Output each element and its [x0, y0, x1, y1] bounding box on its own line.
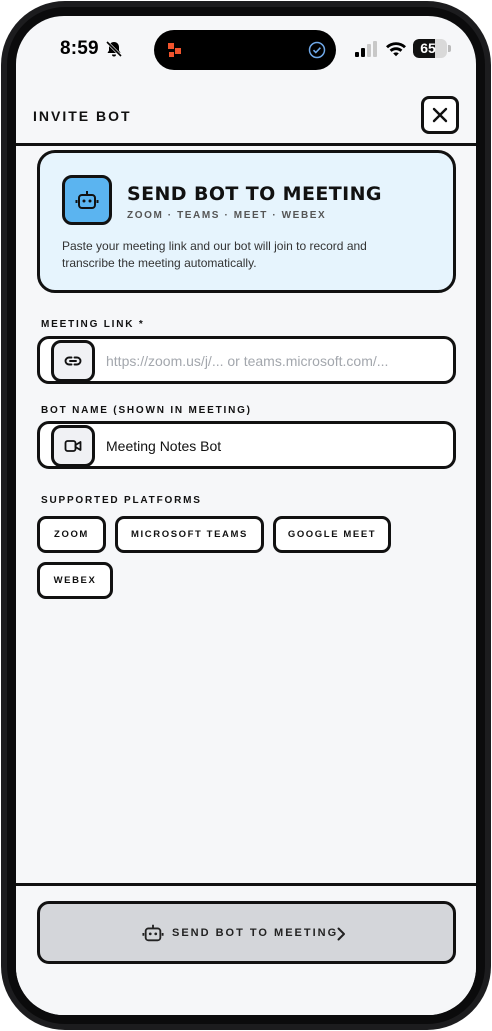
meeting-link-label: MEETING LINK * — [41, 319, 145, 330]
robot-icon — [142, 924, 164, 942]
hero-card: SEND BOT TO MEETING ZOOM · TEAMS · MEET … — [37, 150, 456, 293]
hero-icon-tile — [62, 175, 112, 225]
link-icon-tile — [51, 340, 95, 382]
send-bot-button-content: SEND BOT TO MEETING — [142, 922, 345, 944]
video-icon-tile — [51, 425, 95, 467]
robot-icon — [75, 191, 99, 209]
battery-icon: 65 — [413, 39, 447, 58]
chevron-right-icon — [337, 927, 345, 941]
send-bot-button-label: SEND BOT TO MEETING — [172, 927, 339, 939]
bell-slash-icon — [105, 40, 123, 58]
close-button[interactable] — [421, 96, 459, 134]
meeting-link-input[interactable]: https://zoom.us/j/... or teams.microsoft… — [106, 353, 388, 369]
footer: SEND BOT TO MEETING — [16, 883, 476, 1015]
hero-description: Paste your meeting link and our bot will… — [62, 239, 367, 270]
battery-cap — [448, 45, 451, 52]
page-title: INVITE BOT — [33, 108, 132, 124]
platform-chip-meet[interactable]: GOOGLE MEET — [273, 516, 391, 553]
hero-subtitle: ZOOM · TEAMS · MEET · WEBEX — [127, 210, 327, 221]
app-icon — [168, 43, 181, 57]
bot-name-label: BOT NAME (SHOWN IN MEETING) — [41, 405, 252, 416]
platforms-label: SUPPORTED PLATFORMS — [41, 495, 202, 506]
signal-icon — [355, 41, 377, 57]
app-screen: 8:59 65 INVITE BOT SEND BOT TO MEETING Z… — [16, 16, 476, 1015]
hero-title: SEND BOT TO MEETING — [127, 183, 382, 205]
bot-name-input[interactable]: Meeting Notes Bot — [106, 438, 221, 454]
dynamic-island — [154, 30, 336, 70]
link-icon — [64, 356, 82, 366]
status-time: 8:59 — [60, 38, 99, 59]
status-bar: 8:59 65 — [16, 16, 476, 78]
bot-name-field[interactable]: Meeting Notes Bot — [37, 421, 456, 469]
platform-chip-zoom[interactable]: ZOOM — [37, 516, 106, 553]
meeting-link-field[interactable]: https://zoom.us/j/... or teams.microsoft… — [37, 336, 456, 384]
wifi-icon — [386, 42, 406, 57]
page-header: INVITE BOT — [16, 78, 476, 146]
check-circle-icon — [308, 41, 326, 59]
send-bot-button[interactable]: SEND BOT TO MEETING — [37, 901, 456, 964]
video-icon — [64, 440, 82, 452]
platform-chip-webex[interactable]: WEBEX — [37, 562, 113, 599]
battery-percentage: 65 — [420, 40, 436, 56]
x-icon — [432, 107, 448, 123]
platform-chip-teams[interactable]: MICROSOFT TEAMS — [115, 516, 264, 553]
